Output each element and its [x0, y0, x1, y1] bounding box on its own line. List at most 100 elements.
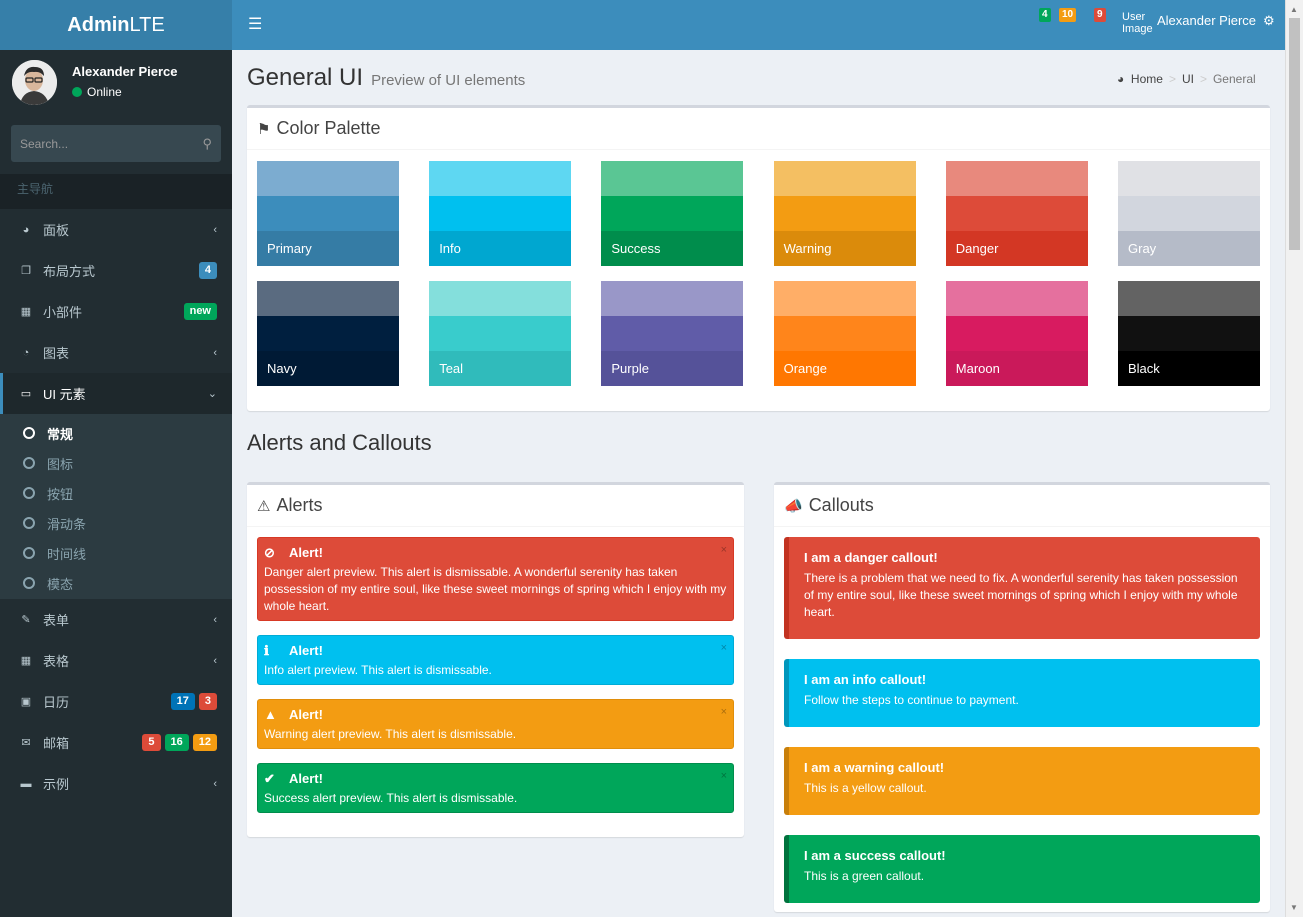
sidebar-item[interactable]: ✎ 表单 ‹	[0, 599, 232, 640]
sidebar-item-label: 示例	[43, 777, 70, 792]
chevron-left-icon: ‹	[213, 654, 217, 667]
swatch-label: Info	[439, 241, 461, 256]
scroll-down-icon[interactable]: ▼	[1290, 903, 1298, 912]
submenu-item-label: 时间线	[47, 546, 87, 562]
box-header: ⚠ Alerts	[247, 485, 744, 527]
sidebar-item-label: 日历	[43, 695, 70, 710]
close-icon[interactable]: ×	[721, 704, 727, 721]
search-icon[interactable]: ⚲	[202, 136, 212, 152]
box-header: ⚑ Color Palette	[247, 108, 1270, 150]
close-icon[interactable]: ×	[721, 640, 727, 657]
submenu-item[interactable]: 常规	[0, 418, 232, 448]
section-title: Alerts and Callouts	[247, 430, 432, 455]
sidebar-toggle-icon[interactable]: ☰	[248, 14, 262, 34]
scroll-up-icon[interactable]: ▲	[1290, 5, 1298, 14]
count-badge: 5	[142, 734, 161, 751]
sidebar-item[interactable]: ▦ 表格 ‹	[0, 640, 232, 681]
breadcrumb-home[interactable]: Home	[1131, 72, 1163, 86]
table-icon: ▦	[20, 655, 32, 667]
dashboard-icon: ◕	[22, 223, 30, 236]
color-swatch: Maroon	[945, 281, 1088, 386]
folder-icon: ▬	[20, 777, 32, 790]
sidebar-item[interactable]: ▣ 日历 17 3	[0, 681, 232, 722]
submenu-item[interactable]: 图标	[0, 448, 232, 478]
callout-title: I am a success callout!	[804, 848, 946, 863]
alert-heading: ℹ Alert!	[264, 642, 727, 659]
sidebar-item-label: 邮箱	[43, 736, 70, 751]
count-badge: 12	[192, 734, 217, 751]
check-icon: ✔	[264, 771, 275, 786]
color-swatch: Orange	[773, 281, 916, 386]
submenu-item-label: 按钮	[47, 486, 74, 502]
callout-text: There is a problem that we need to fix. …	[804, 571, 1238, 619]
callout-title: I am an info callout!	[804, 672, 927, 687]
sidebar-item[interactable]: ◔ 图表 ‹	[0, 332, 232, 373]
swatch-label: Gray	[1128, 241, 1157, 256]
callout-text: This is a green callout.	[804, 869, 925, 883]
submenu-item[interactable]: 模态	[0, 568, 232, 598]
submenu-item[interactable]: 时间线	[0, 538, 232, 568]
pie-chart-icon: ◔	[22, 346, 30, 359]
sidebar-item[interactable]: ▦ 小部件 new	[0, 291, 232, 332]
user-name: Alexander Pierce	[72, 64, 178, 79]
alert-success: ✔ Alert! Success alert preview. This alert…	[257, 763, 734, 813]
tag-icon: ⚑	[257, 120, 271, 138]
sidebar-item-label: 表格	[43, 654, 70, 669]
sidebar-item-label: 布局方式	[43, 264, 96, 279]
count-badge: 16	[164, 734, 189, 751]
alert-warning: ▲ Alert! Warning alert preview. This alert…	[257, 699, 734, 749]
submenu: 常规 图标按钮滑动条时间线模态	[0, 414, 232, 599]
sidebar-item[interactable]: ▬ 示例 ‹	[0, 763, 232, 804]
user-panel: Alexander Pierce Online	[0, 50, 232, 122]
count-badge: 3	[198, 693, 217, 710]
color-swatch: Purple	[601, 281, 744, 386]
chevron-left-icon: ‹	[213, 777, 217, 790]
submenu-item-label: 模态	[47, 576, 74, 592]
color-swatch: Success	[601, 161, 744, 266]
breadcrumb-current: General	[1212, 72, 1256, 86]
color-swatch: Primary	[257, 161, 399, 266]
alert-danger: ⊘ Alert! Danger alert preview. This alert …	[257, 537, 734, 621]
navbar-user-name[interactable]: Alexander Pierce	[1157, 13, 1256, 28]
sidebar-item[interactable]: ◕ 面板 ‹	[0, 209, 232, 250]
swatch-label: Teal	[439, 361, 464, 376]
scrollbar[interactable]: ▲ ▼	[1285, 0, 1303, 917]
circle-icon	[23, 427, 35, 439]
user-image[interactable]: User Image	[1122, 11, 1153, 35]
swatch-label: Purple	[611, 361, 649, 376]
alert-text: Success alert preview. This alert is dis…	[264, 791, 518, 805]
scrollbar-thumb[interactable]	[1289, 18, 1300, 250]
breadcrumb-ui[interactable]: UI	[1182, 72, 1194, 86]
gears-icon[interactable]: ⚙	[1263, 13, 1275, 29]
breadcrumb: ◕ Home > UI > General	[1117, 72, 1256, 86]
submenu-item[interactable]: 按钮	[0, 478, 232, 508]
sidebar-item-label: UI 元素	[43, 387, 86, 402]
warning-icon: ▲	[264, 707, 277, 722]
color-swatch: Navy	[257, 281, 399, 386]
callout-warning: I am a warning callout! This is a yellow …	[784, 747, 1260, 815]
tasks-badge: 9	[1094, 8, 1106, 22]
close-icon[interactable]: ×	[721, 768, 727, 785]
close-icon[interactable]: ×	[721, 542, 727, 559]
sidebar-item[interactable]: ▭ UI 元素 ⌄	[0, 373, 232, 414]
color-palette-box: ⚑ Color Palette Primary Info Success Warning…	[247, 105, 1270, 411]
sidebar-item[interactable]: ❐ 布局方式 4	[0, 250, 232, 291]
circle-icon	[23, 547, 35, 559]
color-swatch: Info	[429, 161, 572, 266]
ban-icon: ⊘	[264, 545, 275, 560]
alert-heading: ✔ Alert!	[264, 770, 727, 787]
warning-icon: ⚠	[257, 497, 271, 515]
top-navbar: ☰ ✉ 4 ⚑ 10 ⚐ 9 User Image Alexander Pier…	[232, 0, 1285, 50]
search-input[interactable]	[20, 136, 203, 151]
user-status: Online	[72, 85, 122, 99]
alert-title: Alert!	[289, 545, 323, 560]
sidebar: Alexander Pierce Online ⚲ 主导航 ◕ 面板 ‹ ❐ 布局方式 4…	[0, 50, 232, 917]
sidebar-item[interactable]: ✉ 邮箱 5 16 12	[0, 722, 232, 763]
submenu-item[interactable]: 滑动条	[0, 508, 232, 538]
callout-title: I am a danger callout!	[804, 550, 938, 565]
app-logo[interactable]: AdminLTE	[0, 0, 232, 50]
sidebar-item-label: 面板	[43, 223, 70, 238]
circle-icon	[23, 577, 35, 589]
envelope-icon: ✉	[21, 737, 31, 749]
alert-title: Alert!	[289, 643, 323, 658]
